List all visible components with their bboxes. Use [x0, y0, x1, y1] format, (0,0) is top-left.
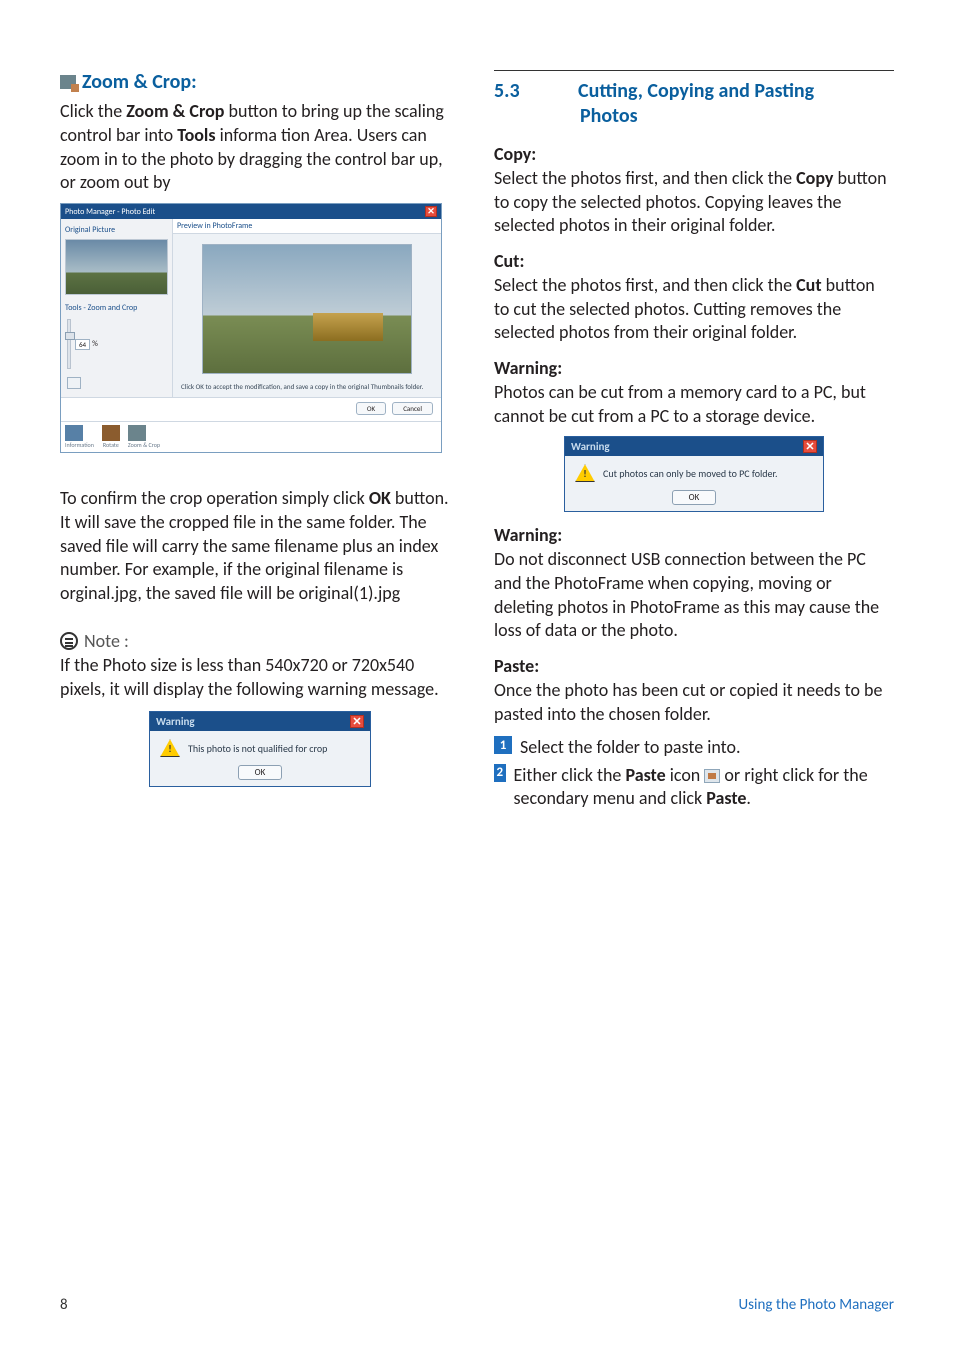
paste-block: Paste: Once the photo has been cut or co… — [494, 655, 894, 726]
zoom-crop-bold: Zoom & Crop — [126, 100, 224, 122]
rotate-icon[interactable] — [102, 425, 120, 441]
step-1-text: Select the folder to paste into. — [520, 736, 741, 759]
step-number-1: 1 — [494, 736, 512, 754]
pm-title-text: Photo Manager - Photo Edit — [65, 207, 155, 217]
page-footer: 8 Using the Photo Manager — [60, 1296, 894, 1314]
zoom-crop-title-text: Zoom & Crop: — [82, 70, 197, 94]
pm-titlebar: Photo Manager - Photo Edit ✕ — [61, 204, 441, 219]
warn1-text: This photo is not qualified for crop — [188, 742, 327, 755]
pm-f-zoom: Zoom & Crop — [128, 441, 160, 449]
confirm-pa: To confirm the crop operation simply cli… — [60, 487, 369, 509]
paste-steps: 1 Select the folder to paste into. 2 Eit… — [494, 736, 894, 810]
step-2-text: Either click the Paste icon or right cli… — [514, 764, 895, 811]
warning-dialog-crop: Warning ✕ This photo is not qualified fo… — [149, 711, 371, 787]
warning-heading-1: Warning: — [494, 357, 562, 379]
pm-cancel-button[interactable]: Cancel — [392, 402, 433, 415]
ok-bold: OK — [369, 487, 391, 509]
warning-icon — [575, 464, 595, 482]
pm-original-label: Original Picture — [65, 223, 168, 237]
pm-preview-image — [202, 244, 412, 374]
zoom-crop-icon — [60, 75, 76, 89]
pm-f-info: Information — [65, 441, 94, 449]
note-label: Note : — [84, 630, 129, 652]
paste-icon — [704, 769, 720, 783]
warning-block-2: Warning: Do not disconnect USB connectio… — [494, 524, 894, 643]
pm-preview-label: Preview in PhotoFrame — [173, 219, 441, 234]
tools-bold: Tools — [177, 124, 215, 146]
warning-dialog-cut: Warning ✕ Cut photos can only be moved t… — [564, 436, 824, 512]
zoom-slider[interactable] — [67, 319, 71, 369]
copy-heading: Copy: — [494, 143, 536, 165]
pm-f-rotate: Rotate — [102, 441, 120, 449]
right-column: 5.3 Cutting, Copying and Pasting Photos … — [494, 70, 894, 814]
warn2-ok-button[interactable]: OK — [672, 490, 717, 505]
warning-icon — [160, 739, 180, 757]
zoom-value[interactable]: 64 — [75, 339, 90, 350]
section-number: 5.3 — [494, 79, 548, 129]
close-icon[interactable]: ✕ — [803, 440, 817, 453]
paste-step-1: 1 Select the folder to paste into. — [494, 736, 894, 759]
info-icon[interactable] — [65, 425, 83, 441]
confirm-paragraph: To confirm the crop operation simply cli… — [60, 487, 460, 606]
paste-heading: Paste: — [494, 655, 539, 677]
paste-step-2: 2 Either click the Paste icon or right c… — [494, 764, 894, 811]
warn1-title: Warning — [156, 715, 195, 728]
pm-original-thumbnail — [65, 239, 168, 295]
page-number: 8 — [60, 1296, 68, 1314]
note-icon — [60, 632, 78, 650]
close-icon[interactable]: ✕ — [425, 206, 437, 217]
pm-tools-label: Tools - Zoom and Crop — [65, 301, 168, 315]
step-number-2: 2 — [494, 764, 506, 782]
note-heading: Note : — [60, 630, 460, 652]
close-icon[interactable]: ✕ — [350, 715, 364, 728]
cut-block: Cut: Select the photos first, and then c… — [494, 250, 894, 345]
section-heading: 5.3 Cutting, Copying and Pasting Photos — [494, 79, 894, 129]
left-column: Zoom & Crop: Click the Zoom & Crop butto… — [60, 70, 460, 814]
copy-block: Copy: Select the photos first, and then … — [494, 143, 894, 238]
zoom-slider-thumb[interactable] — [65, 332, 75, 340]
photo-manager-dialog: Photo Manager - Photo Edit ✕ Original Pi… — [60, 203, 442, 453]
section-title: Cutting, Copying and Pasting Photos — [578, 79, 814, 129]
cut-heading: Cut: — [494, 250, 524, 272]
zoom-crop-heading: Zoom & Crop: — [60, 70, 460, 94]
warning-heading-2: Warning: — [494, 524, 562, 546]
fit-icon[interactable] — [67, 377, 81, 389]
warning-block-1: Warning: Photos can be cut from a memory… — [494, 357, 894, 428]
zoom-crop-paragraph: Click the Zoom & Crop button to bring up… — [60, 100, 460, 195]
warn1-ok-button[interactable]: OK — [238, 765, 283, 780]
footer-section-link: Using the Photo Manager — [739, 1296, 894, 1314]
zoom-crop-footer-icon[interactable] — [128, 425, 146, 441]
zoom-pct: % — [92, 339, 98, 349]
pm-hint: Click OK to accept the modification, and… — [173, 374, 441, 395]
pm-ok-button[interactable]: OK — [356, 402, 386, 415]
warn2-title: Warning — [571, 440, 610, 453]
zoom-p1a: Click the — [60, 100, 126, 122]
section-rule — [494, 70, 894, 71]
note-text: If the Photo size is less than 540x720 o… — [60, 654, 460, 702]
warn2-text: Cut photos can only be moved to PC folde… — [603, 467, 778, 480]
